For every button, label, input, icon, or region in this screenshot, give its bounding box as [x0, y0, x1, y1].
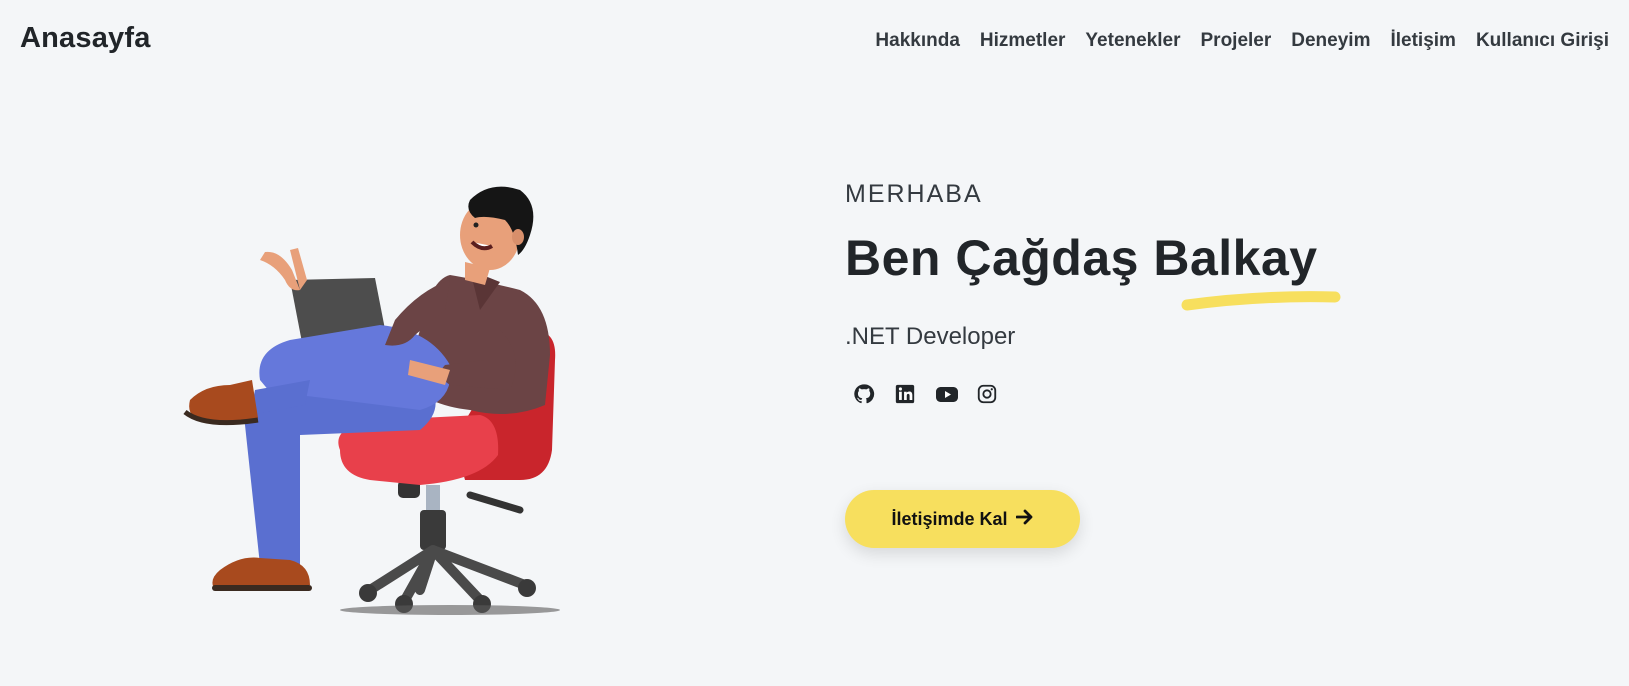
hero-name: Ben Çağdaş Balkay [845, 230, 1318, 286]
cta-label: İletişimde Kal [891, 508, 1008, 529]
character-head [460, 186, 534, 270]
name-underline-decoration [1181, 291, 1341, 311]
nav-link-hizmetler[interactable]: Hizmetler [980, 30, 1066, 51]
navbar: Anasayfa Hakkında Hizmetler Yetenekler P… [0, 0, 1629, 86]
hero-section: MERHABA Ben Çağdaş Balkay .NET Developer… [845, 180, 1545, 548]
hero-name-wrap: Ben Çağdaş Balkay [845, 229, 1341, 311]
hero-greeting: MERHABA [845, 180, 983, 208]
nav-link-projeler[interactable]: Projeler [1201, 30, 1272, 51]
hero-illustration [180, 180, 600, 620]
stay-in-touch-button[interactable]: İletişimde Kal [845, 490, 1080, 548]
nav-link-deneyim[interactable]: Deneyim [1291, 30, 1370, 51]
nav-link-yetenekler[interactable]: Yetenekler [1085, 30, 1180, 51]
youtube-icon[interactable] [935, 383, 958, 405]
linkedin-icon[interactable] [894, 383, 916, 405]
arrow-right-icon [1015, 509, 1034, 530]
social-links [845, 383, 1545, 405]
chair-base [340, 480, 560, 615]
instagram-icon[interactable] [976, 383, 998, 405]
nav-link-kullanici-girisi[interactable]: Kullanıcı Girişi [1476, 30, 1609, 51]
nav-link-iletisim[interactable]: İletişim [1390, 30, 1455, 51]
hero-role: .NET Developer [845, 323, 1016, 350]
github-icon[interactable] [853, 383, 875, 405]
nav-menu: Hakkında Hizmetler Yetenekler Projeler D… [875, 30, 1609, 52]
nav-link-hakkinda[interactable]: Hakkında [875, 30, 959, 51]
brand-link[interactable]: Anasayfa [20, 22, 151, 55]
